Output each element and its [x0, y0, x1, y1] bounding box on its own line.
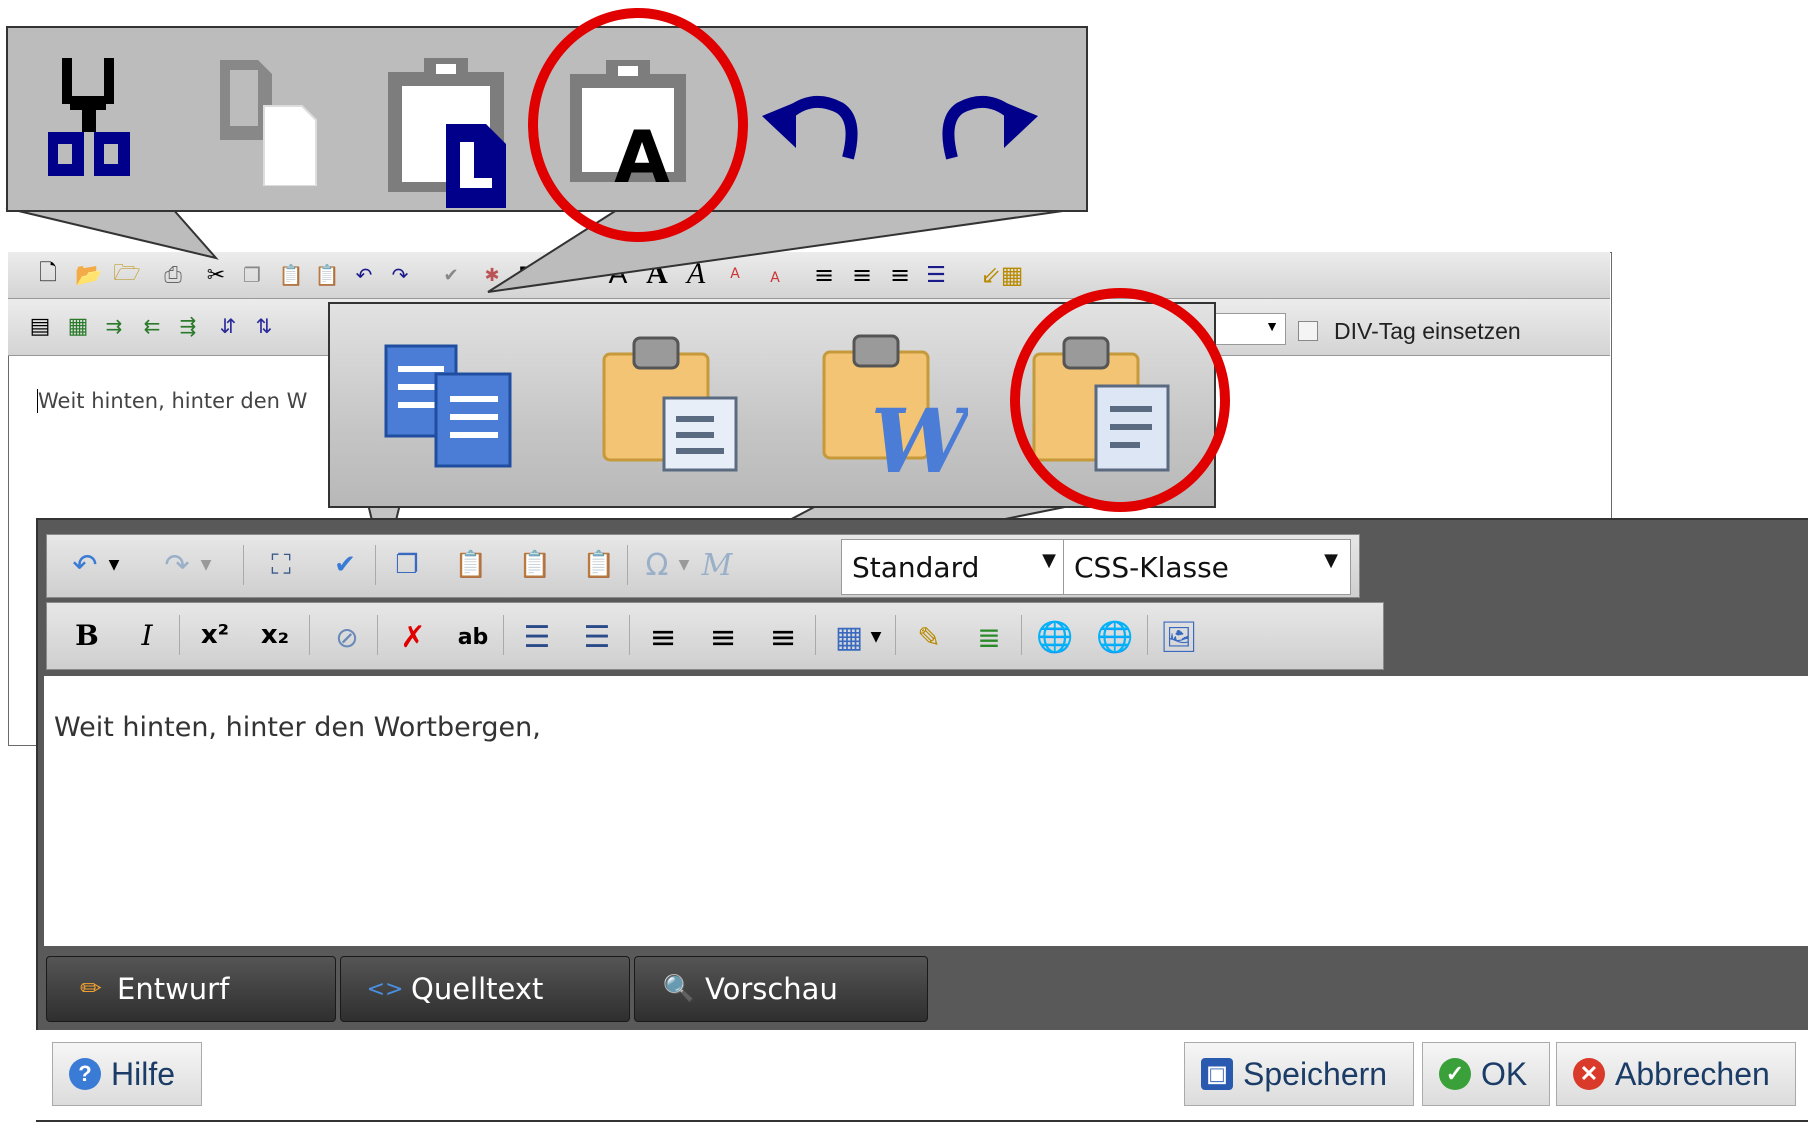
numbered-list-icon[interactable]: ☰	[517, 617, 557, 657]
help-button[interactable]: ? Hilfe	[52, 1042, 202, 1106]
format-select[interactable]: Standard ▼	[841, 539, 1069, 595]
macro-icon[interactable]: M	[699, 547, 735, 583]
paste-text-icon[interactable]: 📋	[581, 547, 617, 583]
copy-icon	[214, 56, 334, 186]
check-icon: ✓	[1439, 1058, 1471, 1090]
clear-icon[interactable]: ✗	[393, 617, 433, 657]
new-toolbar-row-2: B I x² x₂ ⊘ ✗ ab ☰ ☰ ≡ ≡ ≡ ▦ ▼ ✎ ≣ 🌐 🌐 🖼	[46, 602, 1384, 670]
help-icon: ?	[69, 1058, 101, 1090]
pencil-icon: ✏	[80, 974, 102, 1004]
copy-icon	[380, 340, 516, 470]
separator	[243, 545, 244, 585]
chevron-down-icon[interactable]: ▼	[105, 551, 123, 579]
align-left-icon[interactable]: ≡	[643, 617, 683, 657]
separator	[629, 615, 630, 655]
editor-content-text[interactable]: Weit hinten, hinter den Wortbergen,	[54, 712, 541, 743]
magnifier-icon: 🔍	[662, 974, 696, 1004]
highlight-pen-icon[interactable]: ✎	[909, 617, 949, 657]
separator	[815, 615, 816, 655]
separator	[1147, 615, 1148, 655]
paste-icon	[600, 334, 740, 474]
separator	[503, 615, 504, 655]
fullscreen-icon[interactable]: ⛶	[263, 547, 299, 583]
undo-icon	[760, 88, 864, 172]
save-icon: ▣	[1201, 1058, 1233, 1090]
svg-text:W: W	[871, 389, 968, 476]
save-button-label: Speichern	[1243, 1055, 1388, 1092]
spellcheck-icon[interactable]: ✔	[327, 547, 363, 583]
chevron-down-icon[interactable]: ▼	[197, 551, 215, 579]
cancel-button-label: Abbrechen	[1615, 1055, 1770, 1092]
highlight-ring-middle	[1010, 288, 1230, 512]
superscript-icon[interactable]: x²	[195, 617, 235, 653]
format-select-value: Standard	[852, 550, 980, 584]
ok-button-label: OK	[1481, 1055, 1528, 1092]
separator	[309, 615, 310, 655]
css-class-select[interactable]: CSS-Klasse ▼	[1063, 539, 1351, 595]
remove-format-icon[interactable]: ⊘	[327, 617, 367, 657]
tab-vorschau-label: Vorschau	[705, 972, 838, 1006]
cancel-button[interactable]: ✕ Abbrechen	[1556, 1042, 1796, 1106]
find-replace-icon[interactable]: ab	[453, 615, 493, 659]
paste-icon[interactable]: 📋	[453, 547, 489, 583]
bold-icon[interactable]: B	[69, 617, 105, 653]
cancel-icon: ✕	[1573, 1058, 1605, 1090]
chevron-down-icon: ▼	[1324, 550, 1338, 571]
separator	[1021, 615, 1022, 655]
bullet-list-icon[interactable]: ☰	[577, 617, 617, 657]
highlight-ring-top	[528, 8, 748, 242]
tab-entwurf-label: Entwurf	[117, 972, 230, 1006]
link-icon[interactable]: 🌐	[1035, 617, 1075, 657]
chevron-down-icon: ▼	[1042, 550, 1056, 571]
table-icon[interactable]: ▦	[829, 617, 869, 657]
tab-quelltext[interactable]: <> Quelltext	[340, 956, 630, 1022]
new-toolbar-row-1: ↶ ▼ ↷ ▼ ⛶ ✔ ❐ 📋 📋 📋 Ω ▼ M Standard ▼ CSS…	[46, 534, 1360, 598]
subscript-icon[interactable]: x₂	[255, 617, 295, 653]
ok-button[interactable]: ✓ OK	[1422, 1042, 1550, 1106]
code-icon: <>	[366, 976, 404, 1002]
tab-quelltext-label: Quelltext	[411, 972, 544, 1006]
redo-icon[interactable]: ↷	[159, 547, 195, 583]
paste-word-icon[interactable]: 📋	[517, 547, 553, 583]
chevron-down-icon[interactable]: ▼	[867, 623, 885, 651]
chevron-down-icon[interactable]: ▼	[675, 551, 693, 579]
help-button-label: Hilfe	[111, 1055, 176, 1092]
separator	[377, 615, 378, 655]
top-callout-pointer-left	[5, 207, 219, 260]
css-class-select-value: CSS-Klasse	[1074, 550, 1229, 584]
special-char-icon[interactable]: Ω	[639, 547, 675, 583]
undo-icon[interactable]: ↶	[67, 547, 103, 583]
separator	[627, 545, 628, 585]
paste-icon	[384, 54, 520, 208]
align-right-icon[interactable]: ≡	[763, 617, 803, 657]
separator	[179, 615, 180, 655]
save-button[interactable]: ▣ Speichern	[1184, 1042, 1414, 1106]
copy-icon[interactable]: ❐	[389, 547, 425, 583]
tab-entwurf[interactable]: ✏ Entwurf	[46, 956, 336, 1022]
separator	[895, 615, 896, 655]
italic-icon[interactable]: I	[129, 617, 165, 653]
paste-word-icon: W	[820, 332, 968, 476]
image-icon[interactable]: 🖼	[1159, 617, 1199, 657]
redo-icon	[936, 88, 1040, 172]
align-center-icon[interactable]: ≡	[703, 617, 743, 657]
list-edit-icon[interactable]: ≣	[969, 617, 1009, 657]
separator	[375, 545, 376, 585]
cut-icon	[42, 56, 138, 186]
tab-vorschau[interactable]: 🔍 Vorschau	[634, 956, 928, 1022]
unlink-icon[interactable]: 🌐	[1095, 617, 1135, 657]
